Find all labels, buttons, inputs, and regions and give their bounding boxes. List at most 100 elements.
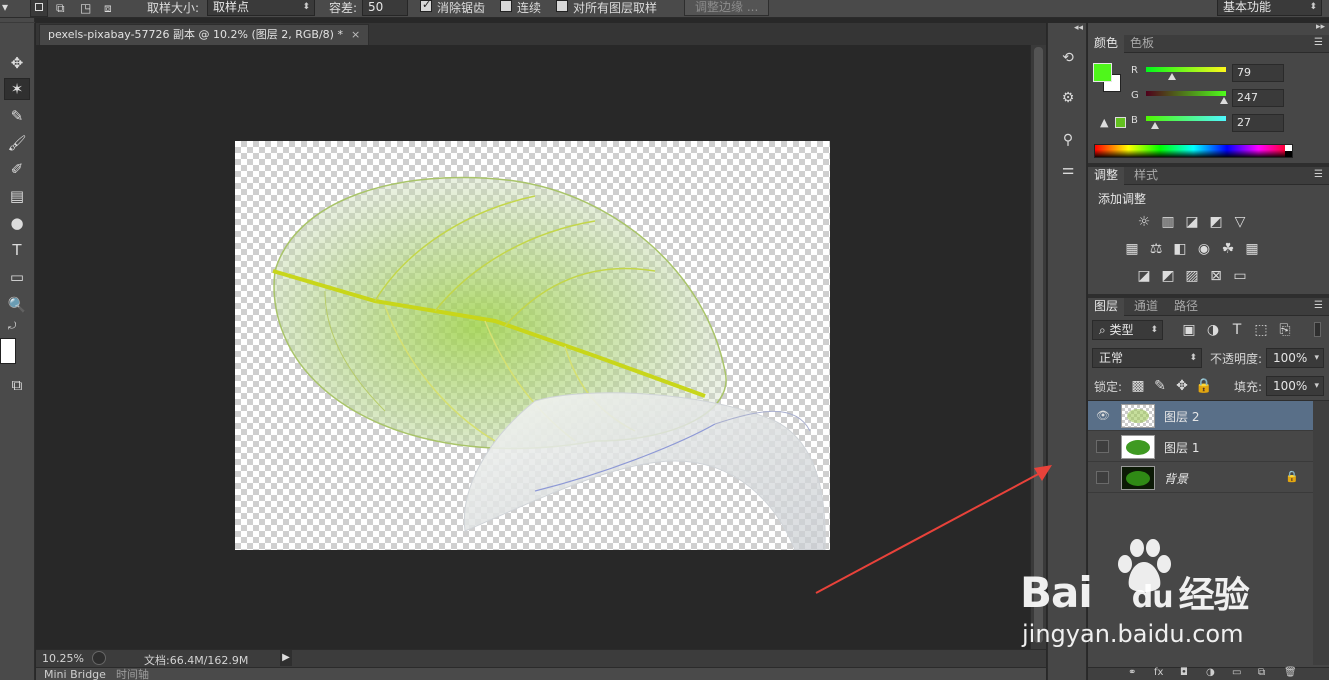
filter-shape-icon[interactable]: ⬚ — [1251, 321, 1271, 339]
sample-all-checkbox[interactable] — [556, 0, 568, 12]
channel-r-slider[interactable] — [1146, 67, 1226, 72]
color-balance-icon[interactable]: ⚖ — [1146, 240, 1166, 258]
lock-transparent-icon[interactable]: ▩ — [1128, 377, 1148, 395]
link-layers-icon[interactable]: ⚭ — [1128, 667, 1136, 678]
visibility-toggle-empty[interactable] — [1096, 440, 1109, 453]
tab-paths[interactable]: 路径 — [1168, 298, 1204, 316]
channel-r-input[interactable]: 79 — [1232, 64, 1284, 82]
foreground-color-chip[interactable] — [1093, 63, 1112, 82]
toolbox-grip[interactable] — [0, 22, 35, 28]
magic-wand-tool-icon[interactable]: ✶ — [4, 78, 30, 100]
properties-panel-icon[interactable]: ⚙ — [1056, 87, 1080, 109]
move-tool-icon[interactable]: ✥ — [4, 52, 30, 74]
tab-mini-bridge[interactable]: Mini Bridge — [44, 668, 106, 680]
type-tool-icon[interactable]: T — [4, 239, 30, 261]
brush-panel-icon[interactable]: ⚌ — [1056, 159, 1080, 181]
add-selection-icon[interactable]: ⧉ — [56, 1, 65, 17]
lock-image-icon[interactable]: ✎ — [1150, 377, 1170, 395]
layer-row-1[interactable]: 图层 1 — [1088, 432, 1313, 462]
history-panel-icon[interactable]: ⟲ — [1056, 47, 1080, 69]
channel-b-slider[interactable] — [1146, 116, 1226, 121]
visibility-toggle-empty[interactable] — [1096, 471, 1109, 484]
gradient-tool-icon[interactable]: ▤ — [4, 185, 30, 207]
invert-icon[interactable]: ◪ — [1134, 267, 1154, 285]
opacity-input[interactable]: 100% ▾ — [1266, 348, 1324, 368]
levels-icon[interactable]: ▥ — [1158, 213, 1178, 231]
layer-name[interactable]: 图层 2 — [1164, 408, 1199, 425]
panel-menu-icon[interactable]: ☰ — [1314, 300, 1323, 311]
close-icon[interactable]: × — [351, 28, 360, 41]
add-mask-icon[interactable]: ◘ — [1180, 667, 1188, 678]
channel-mixer-icon[interactable]: ☘ — [1218, 240, 1238, 258]
brightness-contrast-icon[interactable]: ☼ — [1134, 213, 1154, 231]
brush-presets-panel-icon[interactable]: ⚲ — [1056, 129, 1080, 151]
collapse-arrows-icon[interactable]: ▸▸ — [1316, 22, 1325, 32]
photo-filter-icon[interactable]: ◉ — [1194, 240, 1214, 258]
tab-styles[interactable]: 样式 — [1128, 167, 1164, 185]
selective-color-icon[interactable]: ⊠ — [1206, 267, 1226, 285]
tool-preset-chevron-icon[interactable]: ▾ — [2, 0, 8, 16]
sample-size-select[interactable]: 取样点 ⬍ — [207, 0, 315, 16]
channel-b-knob[interactable] — [1151, 122, 1159, 129]
gamut-warning-icon[interactable]: ▲ — [1100, 116, 1108, 129]
layer-row-background[interactable]: 背景 🔒 — [1088, 463, 1313, 493]
new-selection-icon[interactable] — [30, 0, 48, 17]
dodge-tool-icon[interactable]: ● — [4, 212, 30, 234]
zoom-tool-icon[interactable]: 🔍 — [4, 294, 30, 316]
channel-g-input[interactable]: 247 — [1232, 89, 1284, 107]
blend-mode-select[interactable]: 正常 ⬍ — [1092, 348, 1202, 368]
filter-adjustment-icon[interactable]: ◑ — [1203, 321, 1223, 339]
eyedropper-tool-icon[interactable]: ✎ — [4, 105, 30, 127]
lock-all-icon[interactable]: 🔒 — [1194, 377, 1214, 395]
filter-smart-object-icon[interactable]: ⎘ — [1275, 321, 1295, 339]
hue-saturation-icon[interactable]: ▦ — [1122, 240, 1142, 258]
exposure-icon[interactable]: ◩ — [1206, 213, 1226, 231]
layer-name[interactable]: 图层 1 — [1164, 439, 1199, 456]
tab-adjustments[interactable]: 调整 — [1088, 167, 1125, 185]
layer-filter-select[interactable]: ⌕ 类型 ⬍ — [1092, 320, 1163, 340]
background-color-swatch[interactable] — [0, 338, 16, 364]
adjustment-layer-icon[interactable]: ◑ — [1206, 667, 1215, 678]
gradient-map-icon[interactable]: ▭ — [1230, 267, 1250, 285]
new-layer-icon[interactable]: ⧉ — [1258, 667, 1265, 678]
new-group-icon[interactable]: ▭ — [1232, 667, 1241, 678]
antialias-checkbox[interactable] — [420, 0, 432, 12]
panel-menu-icon[interactable]: ☰ — [1314, 37, 1323, 48]
brush-tool-icon[interactable]: 🖌 — [4, 132, 30, 154]
black-white-icon[interactable]: ◧ — [1170, 240, 1190, 258]
status-menu-arrow-icon[interactable]: ▶ — [280, 650, 292, 666]
color-lookup-icon[interactable]: ▦ — [1242, 240, 1262, 258]
filter-toggle-switch[interactable] — [1314, 322, 1321, 337]
intersect-selection-icon[interactable]: ⧈ — [104, 1, 112, 17]
tab-timeline[interactable]: 时间轴 — [116, 668, 149, 680]
posterize-icon[interactable]: ◩ — [1158, 267, 1178, 285]
vibrance-icon[interactable]: ▽ — [1230, 213, 1250, 231]
threshold-icon[interactable]: ▨ — [1182, 267, 1202, 285]
channel-b-input[interactable]: 27 — [1232, 114, 1284, 132]
web-safe-color-chip[interactable] — [1115, 117, 1126, 128]
workspace-select[interactable]: 基本功能 ⬍ — [1217, 0, 1322, 16]
channel-g-slider[interactable] — [1146, 91, 1226, 96]
shape-tool-icon[interactable]: ▭ — [4, 266, 30, 288]
contiguous-checkbox[interactable] — [500, 0, 512, 12]
layer-row-2[interactable]: 👁 图层 2 — [1088, 401, 1313, 431]
panel-menu-icon[interactable]: ☰ — [1314, 169, 1323, 180]
document-tab[interactable]: pexels-pixabay-57726 副本 @ 10.2% (图层 2, R… — [39, 24, 370, 45]
collapse-arrows-icon[interactable]: ◂◂ — [1074, 23, 1083, 33]
curves-icon[interactable]: ◪ — [1182, 213, 1202, 231]
refine-edge-button[interactable]: 调整边缘 ... — [684, 0, 770, 16]
screen-mode-icon[interactable]: ⧉ — [4, 374, 30, 396]
tolerance-input[interactable]: 50 — [362, 0, 408, 16]
channel-g-knob[interactable] — [1220, 97, 1228, 104]
lock-position-icon[interactable]: ✥ — [1172, 377, 1192, 395]
filter-pixel-icon[interactable]: ▣ — [1179, 321, 1199, 339]
history-brush-tool-icon[interactable]: ✐ — [4, 158, 30, 180]
layer-name[interactable]: 背景 — [1164, 470, 1188, 487]
document-canvas[interactable] — [235, 141, 830, 550]
color-spectrum-bar[interactable] — [1094, 144, 1293, 158]
tab-channels[interactable]: 通道 — [1128, 298, 1164, 316]
tab-color[interactable]: 颜色 — [1088, 35, 1125, 53]
visibility-eye-icon[interactable]: 👁 — [1096, 409, 1110, 422]
swap-colors-icon[interactable]: ⤾ — [8, 321, 16, 332]
channel-r-knob[interactable] — [1168, 73, 1176, 80]
